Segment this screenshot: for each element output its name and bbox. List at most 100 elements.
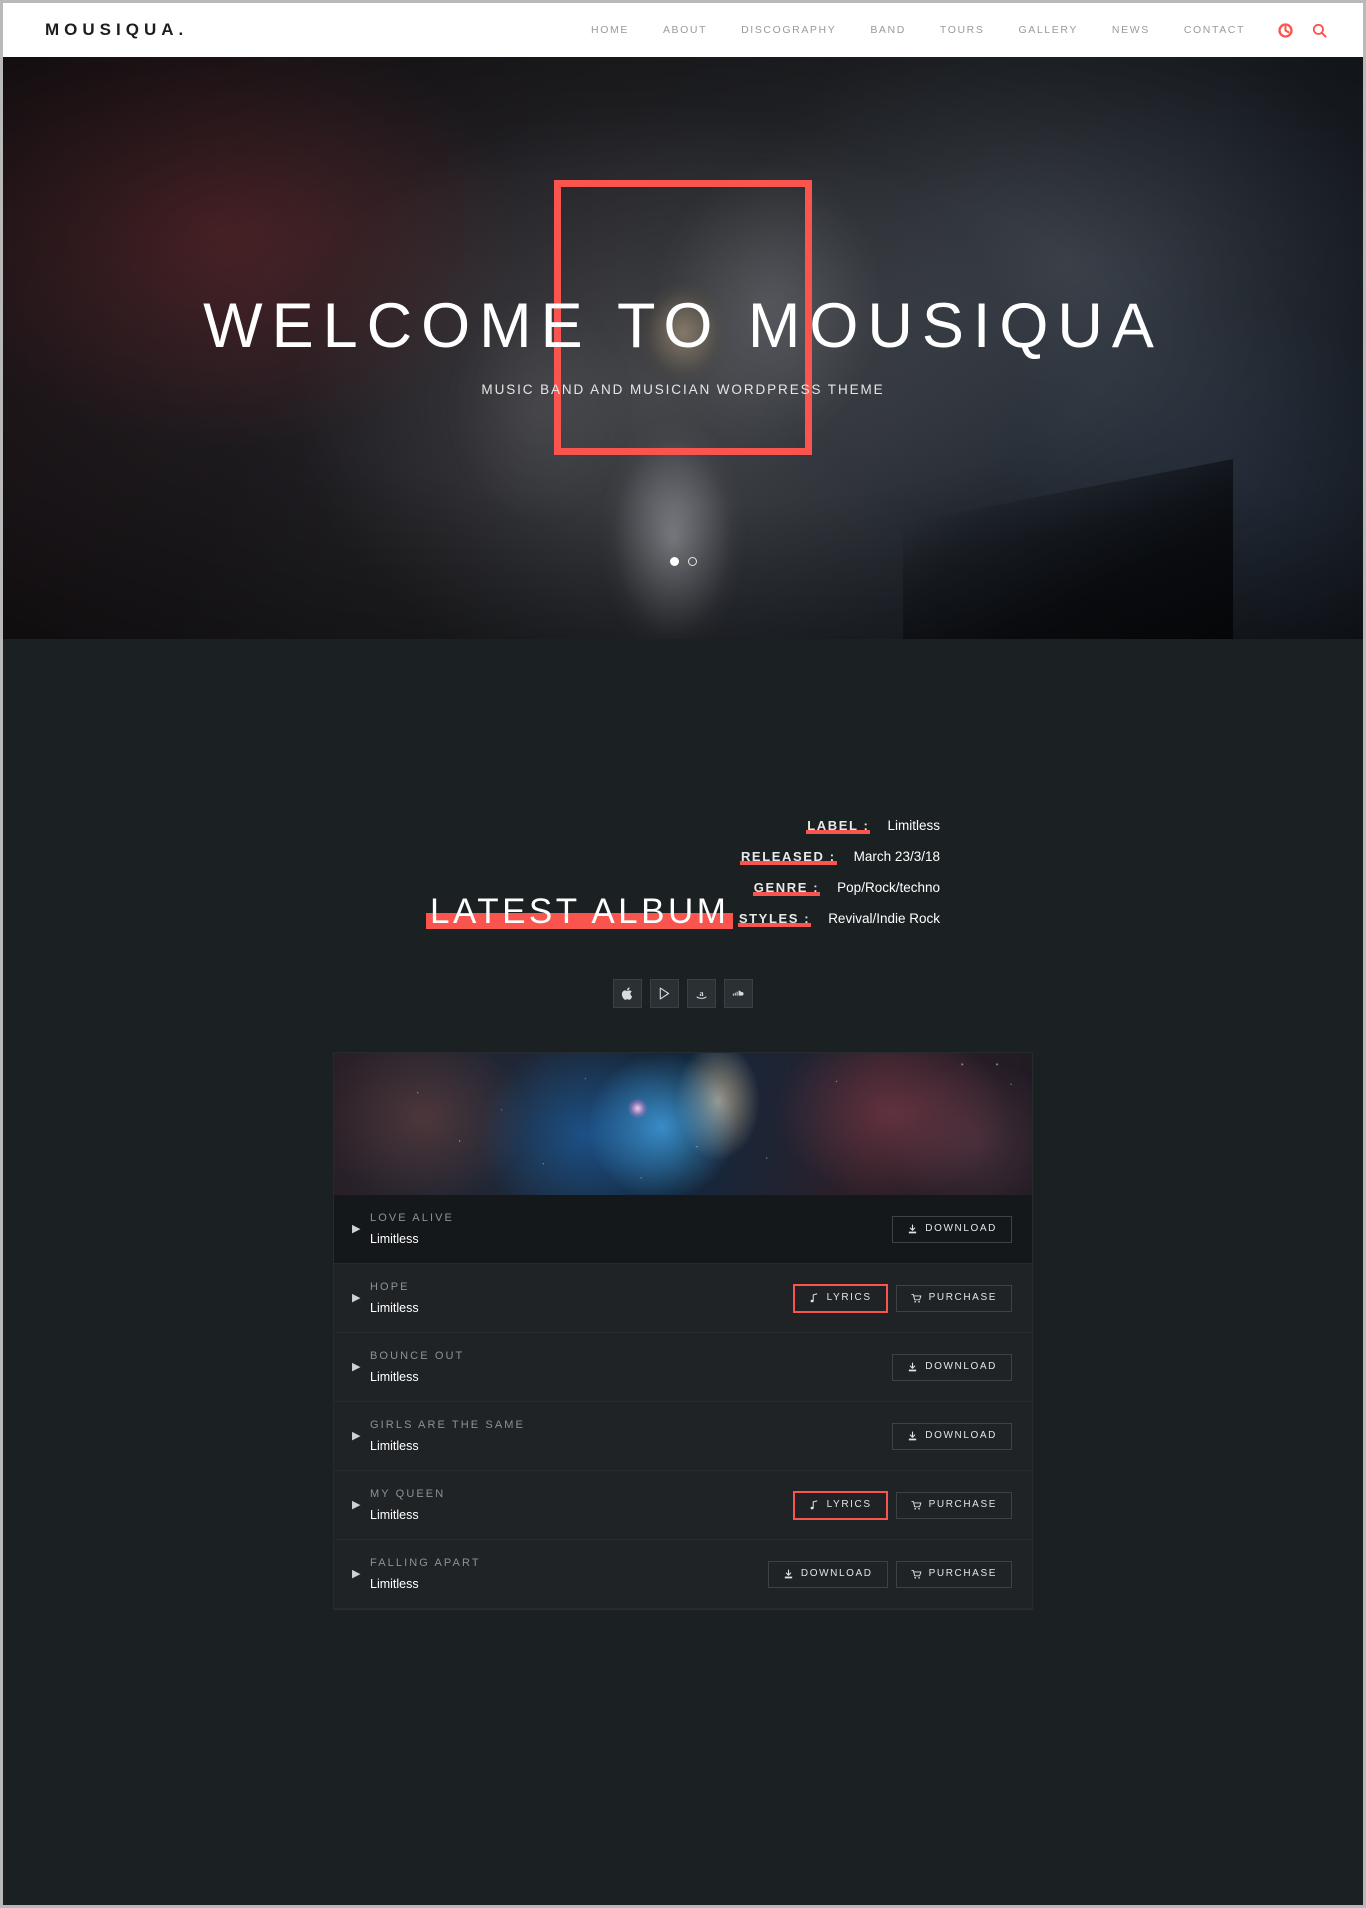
google-play-icon[interactable] [650,979,679,1008]
music-note-icon [809,1499,820,1511]
cart-icon [910,1569,922,1580]
download-button[interactable]: DOWNLOAD [892,1422,1012,1450]
album-meta-label-wrap: GENRE : [752,879,821,897]
track-info: LOVE ALIVE Limitless [370,1212,892,1246]
amazon-icon[interactable]: a [687,979,716,1008]
purchase-button[interactable]: PURCHASE [895,1560,1012,1588]
search-icon[interactable] [1312,23,1327,38]
action-label: LYRICS [826,1292,872,1303]
lyrics-button[interactable]: LYRICS [792,1490,888,1520]
album-meta-label-wrap: RELEASED : [739,848,837,866]
track-actions: LYRICS PURCHASE [792,1283,1012,1313]
album-meta-label: LABEL : [807,818,870,833]
track-title: HOPE [370,1281,410,1293]
nav-item-band[interactable]: BAND [853,24,923,36]
hero-slider-dot-1[interactable] [669,557,679,566]
album-meta-value: Limitless [887,818,940,833]
track-artist: Limitless [370,1439,419,1453]
track-actions: DOWNLOAD [892,1422,1012,1450]
track-row[interactable]: ▶ LOVE ALIVE Limitless DOWNLOAD [334,1195,1032,1264]
header-icon-group [1278,22,1327,38]
track-title: GIRLS ARE THE SAME [370,1419,525,1431]
album-meta-value: Pop/Rock/techno [837,880,940,895]
action-label: LYRICS [826,1499,872,1510]
album-artwork [334,1053,1032,1195]
play-icon[interactable]: ▶ [352,1568,366,1580]
track-artist: Limitless [370,1232,419,1246]
download-button[interactable]: DOWNLOAD [892,1215,1012,1243]
track-row[interactable]: ▶ HOPE Limitless LYRICS PURCHASE [334,1264,1032,1333]
track-actions: DOWNLOAD [892,1353,1012,1381]
track-row[interactable]: ▶ MY QUEEN Limitless LYRICS PURCHASE [334,1471,1032,1540]
album-meta-label-wrap: STYLES : [737,910,812,928]
play-icon[interactable]: ▶ [352,1361,366,1373]
apple-icon[interactable] [613,979,642,1008]
cart-icon [910,1293,922,1304]
download-icon [783,1569,794,1580]
album-meta-list: LABEL : Limitless RELEASED : March 23/3/18 G… [737,817,940,941]
track-row[interactable]: ▶ GIRLS ARE THE SAME Limitless DOWNLOAD [334,1402,1032,1471]
nav-item-gallery[interactable]: GALLERY [1001,24,1094,36]
album-meta-label: GENRE : [753,880,820,895]
action-label: DOWNLOAD [925,1361,997,1372]
page-root: MOUSIQUA. HOME ABOUT DISCOGRAPHY BAND TOURS G… [0,0,1366,1908]
download-icon [907,1362,918,1373]
nav-item-home[interactable]: HOME [574,24,646,36]
track-actions: LYRICS PURCHASE [792,1490,1012,1520]
nav-item-contact[interactable]: CONTACT [1167,24,1262,36]
download-icon [907,1431,918,1442]
cart-icon[interactable] [1278,22,1293,38]
download-button[interactable]: DOWNLOAD [892,1353,1012,1381]
svg-text:a: a [699,988,704,998]
album-meta-label: STYLES : [738,911,811,926]
action-label: DOWNLOAD [925,1223,997,1234]
music-note-icon [809,1292,820,1304]
nav-item-news[interactable]: NEWS [1095,24,1167,36]
store-links: a [3,979,1363,1008]
nav-item-about[interactable]: ABOUT [646,24,724,36]
track-row[interactable]: ▶ BOUNCE OUT Limitless DOWNLOAD [334,1333,1032,1402]
latest-album-section: LATEST ALBUM LABEL : Limitless RELEASED : M… [3,639,1363,1610]
soundcloud-icon[interactable] [724,979,753,1008]
track-title: BOUNCE OUT [370,1350,465,1362]
site-logo[interactable]: MOUSIQUA. [45,20,188,40]
track-artist: Limitless [370,1577,419,1591]
track-title: MY QUEEN [370,1488,446,1500]
download-button[interactable]: DOWNLOAD [767,1560,888,1588]
album-meta-value: Revival/Indie Rock [828,911,940,926]
hero-slider-dot-2[interactable] [687,557,697,566]
play-icon[interactable]: ▶ [352,1430,366,1442]
album-meta-value: March 23/3/18 [853,849,940,864]
hero-slider: WELCOME TO MOUSIQUA MUSIC BAND AND MUSIC… [3,57,1363,639]
track-row[interactable]: ▶ FALLING APART Limitless DOWNLOAD PURCHASE [334,1540,1032,1609]
album-meta-label-wrap: LABEL : [806,817,871,835]
hero-content: WELCOME TO MOUSIQUA MUSIC BAND AND MUSIC… [3,295,1363,398]
album-meta-row: GENRE : Pop/Rock/techno [738,879,940,897]
track-list: ▶ LOVE ALIVE Limitless DOWNLOAD ▶ HOPE Limitle… [334,1195,1032,1609]
track-title: LOVE ALIVE [370,1212,454,1224]
track-title: FALLING APART [370,1557,481,1569]
album-meta-row: LABEL : Limitless [738,817,940,835]
purchase-button[interactable]: PURCHASE [895,1491,1012,1519]
play-icon[interactable]: ▶ [352,1292,366,1304]
album-meta-label: RELEASED : [740,849,836,864]
track-artist: Limitless [370,1301,419,1315]
action-label: DOWNLOAD [800,1568,873,1579]
purchase-button[interactable]: PURCHASE [895,1284,1012,1312]
nav-item-discography[interactable]: DISCOGRAPHY [724,24,853,36]
play-icon[interactable]: ▶ [352,1499,366,1511]
site-header: MOUSIQUA. HOME ABOUT DISCOGRAPHY BAND TOURS G… [3,3,1363,57]
track-actions: DOWNLOAD [892,1215,1012,1243]
main-navigation: HOME ABOUT DISCOGRAPHY BAND TOURS GALLERY NEWS… [574,24,1262,36]
track-info: BOUNCE OUT Limitless [370,1350,892,1384]
hero-slider-dots [3,557,1363,566]
download-icon [907,1224,918,1235]
track-info: HOPE Limitless [370,1281,793,1315]
track-artist: Limitless [370,1370,419,1384]
album-meta-row: STYLES : Revival/Indie Rock [737,910,940,928]
track-actions: DOWNLOAD PURCHASE [767,1560,1012,1588]
track-info: GIRLS ARE THE SAME Limitless [370,1419,892,1453]
play-icon[interactable]: ▶ [352,1223,366,1235]
nav-item-tours[interactable]: TOURS [923,24,1002,36]
lyrics-button[interactable]: LYRICS [792,1283,888,1313]
